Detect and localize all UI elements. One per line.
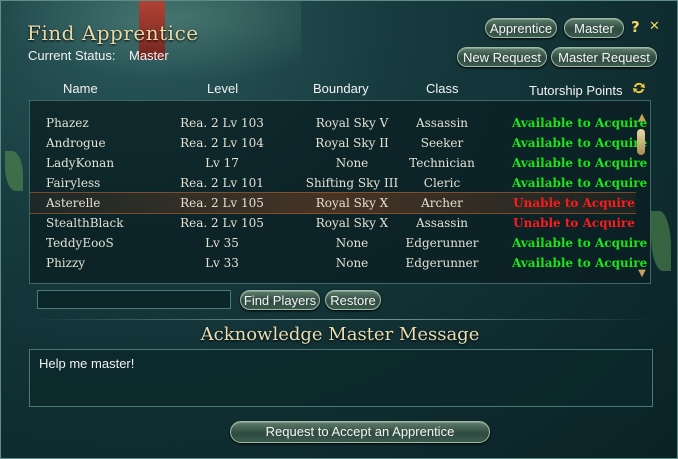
- scrollbar-thumb[interactable]: [637, 129, 645, 155]
- player-name: LadyKonan: [46, 156, 115, 170]
- section-divider: [27, 319, 655, 320]
- player-name: Phizzy: [46, 256, 86, 270]
- player-class: Edgerunner: [405, 236, 479, 250]
- player-class: Assassin: [415, 116, 469, 130]
- help-icon[interactable]: ?: [631, 18, 640, 36]
- player-level: Lv 35: [205, 236, 239, 250]
- master-message-text: Help me master!: [39, 356, 135, 371]
- table-row[interactable]: Phazez Rea. 2 Lv 103 Royal Sky V Assassi…: [30, 113, 648, 133]
- tutorship-status: Available to Acquire: [512, 136, 648, 150]
- new-request-button[interactable]: New Request: [457, 47, 547, 67]
- table-row[interactable]: Fairyless Rea. 2 Lv 101 Shifting Sky III…: [30, 173, 648, 193]
- table-row[interactable]: Phizzy Lv 33 None Edgerunner Available t…: [30, 253, 648, 273]
- table-row-selected[interactable]: Asterelle Rea. 2 Lv 105 Royal Sky X Arch…: [30, 192, 636, 214]
- current-status-value: Master: [129, 48, 169, 63]
- scroll-up-icon[interactable]: ▲: [636, 112, 648, 123]
- player-level: Lv 33: [205, 256, 239, 270]
- table-row[interactable]: Androgue Rea. 2 Lv 104 Royal Sky II Seek…: [30, 133, 648, 153]
- player-name: Asterelle: [46, 196, 101, 210]
- player-name: Phazez: [46, 116, 89, 130]
- master-tab-button[interactable]: Master: [564, 18, 624, 38]
- player-name: Androgue: [46, 136, 106, 150]
- master-request-button[interactable]: Master Request: [551, 47, 657, 67]
- tutorship-status: Available to Acquire: [512, 236, 648, 250]
- tutorship-status: Available to Acquire: [512, 256, 648, 270]
- player-class: Edgerunner: [405, 256, 479, 270]
- find-players-button[interactable]: Find Players: [240, 290, 320, 310]
- column-header-tutorship[interactable]: Tutorship Points: [529, 83, 622, 98]
- player-class: Archer: [421, 196, 463, 210]
- player-class: Assassin: [415, 216, 469, 230]
- apprentice-tab-button[interactable]: Apprentice: [485, 18, 557, 38]
- refresh-icon[interactable]: [631, 81, 647, 95]
- scroll-down-icon[interactable]: ▼: [636, 268, 648, 279]
- close-icon[interactable]: ✕: [649, 19, 660, 34]
- player-name: StealthBlack: [46, 216, 124, 230]
- player-search-input[interactable]: [37, 290, 231, 309]
- tutorship-status: Available to Acquire: [512, 156, 648, 170]
- request-accept-apprentice-button[interactable]: Request to Accept an Apprentice: [230, 421, 490, 443]
- player-level: Lv 17: [205, 156, 239, 170]
- table-row[interactable]: LadyKonan Lv 17 None Technician Availabl…: [30, 153, 648, 173]
- message-section-title: Acknowledge Master Message: [200, 324, 480, 345]
- player-list: Phazez Rea. 2 Lv 103 Royal Sky V Assassi…: [29, 100, 651, 284]
- table-row[interactable]: TeddyEooS Lv 35 None Edgerunner Availabl…: [30, 233, 648, 253]
- tutorship-status: Unable to Acquire: [513, 216, 635, 230]
- find-apprentice-window: Find Apprentice Current Status: Master A…: [0, 0, 678, 459]
- table-row[interactable]: StealthBlack Rea. 2 Lv 105 Royal Sky X A…: [30, 213, 636, 233]
- player-name: TeddyEooS: [46, 236, 114, 250]
- column-header-level[interactable]: Level: [207, 81, 238, 96]
- tutorship-status: Available to Acquire: [512, 176, 648, 190]
- player-class: Technician: [409, 156, 475, 170]
- player-level: Rea. 2 Lv 101: [180, 176, 264, 190]
- bamboo-leaf-art: [651, 211, 671, 271]
- bamboo-leaf-art: [5, 151, 23, 191]
- player-class: Seeker: [420, 136, 464, 150]
- tutorship-status: Unable to Acquire: [513, 196, 635, 210]
- column-header-class[interactable]: Class: [426, 81, 459, 96]
- master-message-box[interactable]: Help me master!: [29, 349, 653, 407]
- column-header-name[interactable]: Name: [63, 81, 98, 96]
- player-level: Rea. 2 Lv 103: [180, 116, 264, 130]
- player-level: Rea. 2 Lv 105: [180, 196, 264, 210]
- restore-button[interactable]: Restore: [325, 290, 381, 310]
- player-class: Cleric: [423, 176, 461, 190]
- player-level: Rea. 2 Lv 104: [180, 136, 264, 150]
- window-title: Find Apprentice: [27, 21, 199, 45]
- player-name: Fairyless: [46, 176, 101, 190]
- tutorship-status: Available to Acquire: [512, 116, 648, 130]
- current-status-label: Current Status:: [28, 48, 116, 63]
- column-header-boundary[interactable]: Boundary: [313, 81, 369, 96]
- player-level: Rea. 2 Lv 105: [180, 216, 264, 230]
